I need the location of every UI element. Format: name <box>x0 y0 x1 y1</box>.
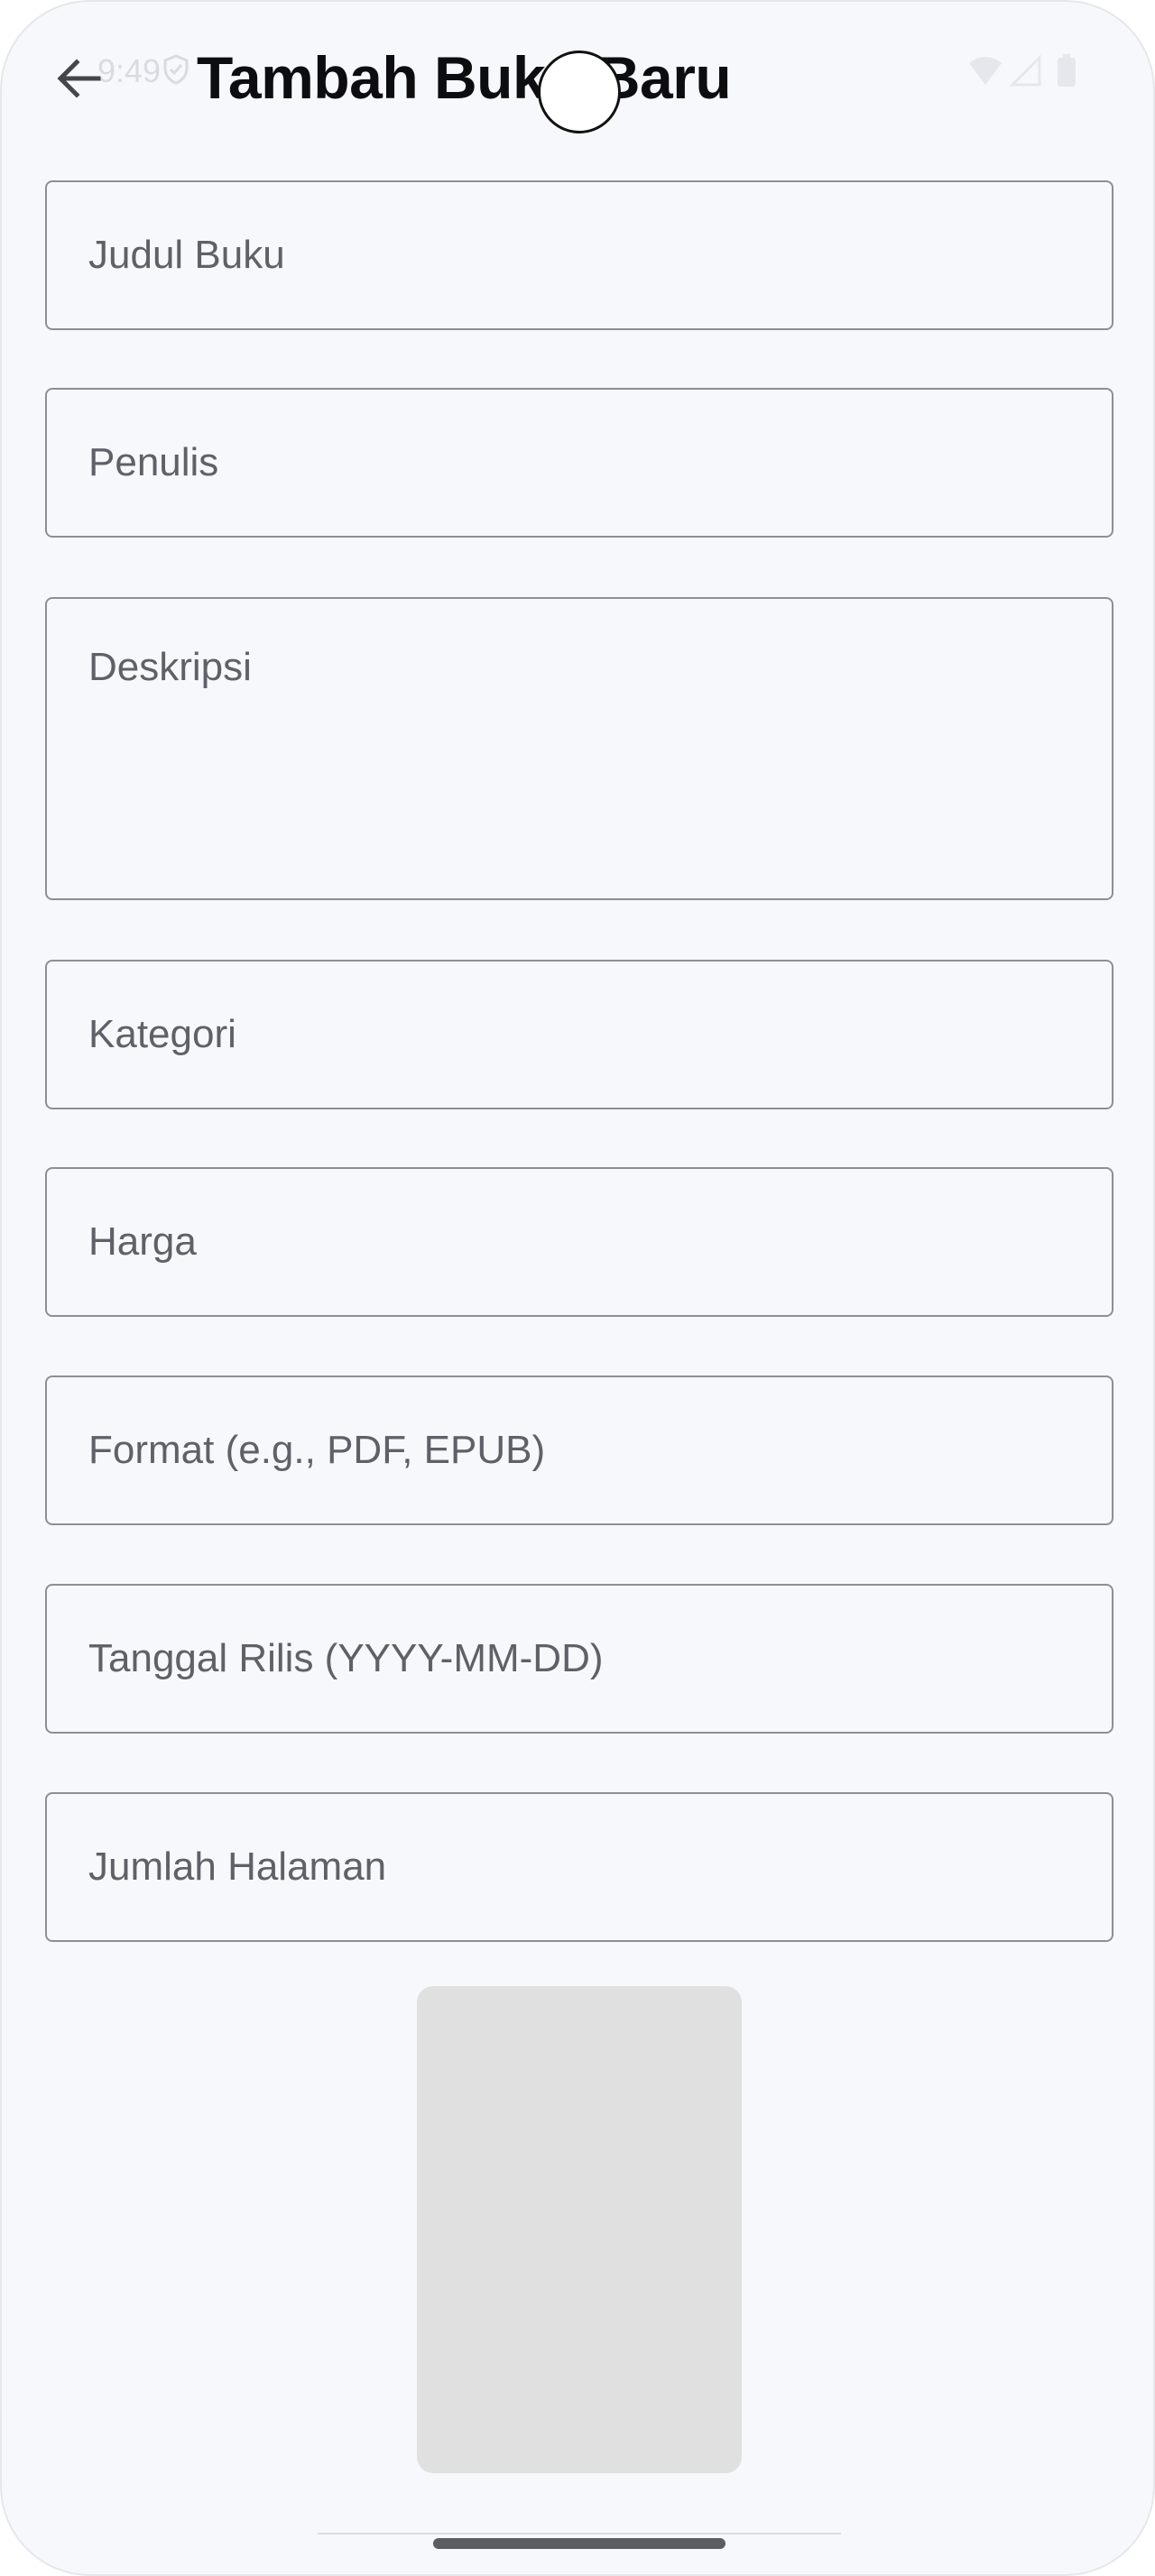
page-title: Tambah Buku Baru <box>197 44 732 111</box>
description-field[interactable] <box>45 597 1113 900</box>
format-field[interactable] <box>45 1375 1113 1525</box>
author-input[interactable] <box>47 390 1112 536</box>
description-input[interactable] <box>47 599 1112 898</box>
page-count-field[interactable] <box>45 1792 1113 1942</box>
page-count-input[interactable] <box>47 1794 1112 1940</box>
format-input[interactable] <box>47 1377 1112 1523</box>
front-camera <box>538 51 621 133</box>
arrow-back-icon <box>57 59 101 98</box>
back-button[interactable] <box>47 47 110 110</box>
price-field[interactable] <box>45 1167 1113 1317</box>
release-date-field[interactable] <box>45 1584 1113 1734</box>
home-indicator[interactable] <box>433 2538 725 2549</box>
category-field[interactable] <box>45 960 1113 1109</box>
book-title-input[interactable] <box>47 182 1112 328</box>
price-input[interactable] <box>47 1169 1112 1315</box>
release-date-input[interactable] <box>47 1586 1112 1732</box>
cover-image-picker[interactable] <box>417 1986 742 2473</box>
author-field[interactable] <box>45 388 1113 538</box>
nav-divider <box>318 2533 841 2535</box>
book-title-field[interactable] <box>45 180 1113 330</box>
category-input[interactable] <box>47 961 1112 1108</box>
phone-screen: 9:49 Tambah Buku Baru <box>0 0 1155 2576</box>
